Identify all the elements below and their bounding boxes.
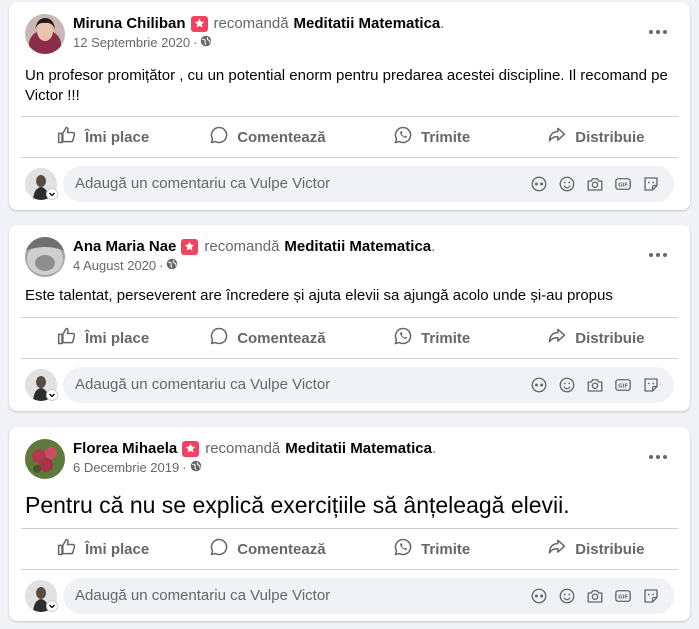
svg-text:GIF: GIF xyxy=(618,595,628,601)
comment-bubble-icon xyxy=(209,125,229,149)
divider xyxy=(21,569,678,570)
author-name[interactable]: Ana Maria Nae xyxy=(73,238,176,255)
more-options-button[interactable] xyxy=(646,447,670,467)
post-text: Este talentat, perseverent are încredere… xyxy=(25,287,613,304)
camera-icon[interactable] xyxy=(586,376,604,394)
share-arrow-icon xyxy=(547,537,567,561)
recommend-star-icon xyxy=(181,238,199,255)
share-arrow-icon xyxy=(547,326,567,350)
whatsapp-icon xyxy=(393,125,413,149)
comment-input[interactable]: Adaugă un comentariu ca Vulpe Victor GIF xyxy=(63,367,674,403)
post-date[interactable]: 4 August 2020 xyxy=(73,258,156,273)
share-button[interactable]: Distribuie xyxy=(514,117,678,157)
camera-icon[interactable] xyxy=(586,587,604,605)
send-button[interactable]: Trimite xyxy=(350,117,514,157)
globe-icon xyxy=(200,35,212,50)
share-arrow-icon xyxy=(547,125,567,149)
comment-input[interactable]: Adaugă un comentariu ca Vulpe Victor GIF xyxy=(63,166,674,202)
author-name[interactable]: Florea Mihaela xyxy=(73,440,177,457)
chevron-down-icon[interactable] xyxy=(46,600,58,612)
review-card: Miruna Chiliban recomandă Meditatii Mate… xyxy=(9,2,690,210)
whatsapp-icon xyxy=(393,537,413,561)
chevron-down-icon[interactable] xyxy=(46,188,58,200)
author-avatar[interactable] xyxy=(25,14,65,54)
recommends-text: recomandă xyxy=(213,15,289,32)
avatar-sticker-icon[interactable] xyxy=(530,376,548,394)
author-name[interactable]: Miruna Chiliban xyxy=(73,15,186,32)
emoji-icon[interactable] xyxy=(558,376,576,394)
chevron-down-icon[interactable] xyxy=(46,389,58,401)
page-name-link[interactable]: Meditatii Matematica xyxy=(285,440,432,457)
post-text: Un profesor promițător , cu un potential… xyxy=(25,67,668,104)
emoji-icon[interactable] xyxy=(558,587,576,605)
review-card: Ana Maria Nae recomandă Meditatii Matema… xyxy=(9,225,690,411)
comment-button[interactable]: Comentează xyxy=(185,117,349,157)
sticker-icon[interactable] xyxy=(642,587,660,605)
post-date[interactable]: 6 Decembrie 2019 xyxy=(73,460,179,475)
comment-input[interactable]: Adaugă un comentariu ca Vulpe Victor GIF xyxy=(63,578,674,614)
avatar-sticker-icon[interactable] xyxy=(530,175,548,193)
sticker-icon[interactable] xyxy=(642,175,660,193)
comment-button[interactable]: Comentează xyxy=(185,529,349,569)
recommend-star-icon xyxy=(190,15,208,32)
gif-icon[interactable]: GIF xyxy=(614,376,632,394)
like-button[interactable]: Îmi place xyxy=(21,318,185,358)
author-avatar[interactable] xyxy=(25,237,65,277)
svg-text:GIF: GIF xyxy=(618,384,628,390)
share-button[interactable]: Distribuie xyxy=(514,318,678,358)
camera-icon[interactable] xyxy=(586,175,604,193)
divider xyxy=(21,157,678,158)
comment-button[interactable]: Comentează xyxy=(185,318,349,358)
gif-icon[interactable]: GIF xyxy=(614,587,632,605)
recommends-text: recomandă xyxy=(204,238,280,255)
like-button[interactable]: Îmi place xyxy=(21,117,185,157)
divider xyxy=(21,358,678,359)
more-options-button[interactable] xyxy=(646,22,670,42)
gif-icon[interactable]: GIF xyxy=(614,175,632,193)
recommends-text: recomandă xyxy=(205,440,281,457)
page-name-link[interactable]: Meditatii Matematica xyxy=(294,15,441,32)
emoji-icon[interactable] xyxy=(558,175,576,193)
like-icon xyxy=(57,125,77,149)
comment-placeholder: Adaugă un comentariu ca Vulpe Victor xyxy=(75,175,331,192)
recommend-star-icon xyxy=(182,440,200,457)
globe-icon xyxy=(190,460,202,475)
sticker-icon[interactable] xyxy=(642,376,660,394)
like-button[interactable]: Îmi place xyxy=(21,529,185,569)
review-card: Florea Mihaela recomandă Meditatii Matem… xyxy=(9,427,690,621)
post-date[interactable]: 12 Septembrie 2020 xyxy=(73,35,190,50)
comment-placeholder: Adaugă un comentariu ca Vulpe Victor xyxy=(75,376,331,393)
svg-text:GIF: GIF xyxy=(618,183,628,189)
send-button[interactable]: Trimite xyxy=(350,318,514,358)
avatar-sticker-icon[interactable] xyxy=(530,587,548,605)
whatsapp-icon xyxy=(393,326,413,350)
more-options-button[interactable] xyxy=(646,245,670,265)
comment-placeholder: Adaugă un comentariu ca Vulpe Victor xyxy=(75,587,331,604)
send-button[interactable]: Trimite xyxy=(350,529,514,569)
like-icon xyxy=(57,326,77,350)
author-avatar[interactable] xyxy=(25,439,65,479)
share-button[interactable]: Distribuie xyxy=(514,529,678,569)
comment-bubble-icon xyxy=(209,537,229,561)
like-icon xyxy=(57,537,77,561)
comment-bubble-icon xyxy=(209,326,229,350)
page-name-link[interactable]: Meditatii Matematica xyxy=(284,238,431,255)
post-text: Pentru că nu se explică exercițiile să â… xyxy=(25,492,570,518)
globe-icon xyxy=(166,258,178,273)
